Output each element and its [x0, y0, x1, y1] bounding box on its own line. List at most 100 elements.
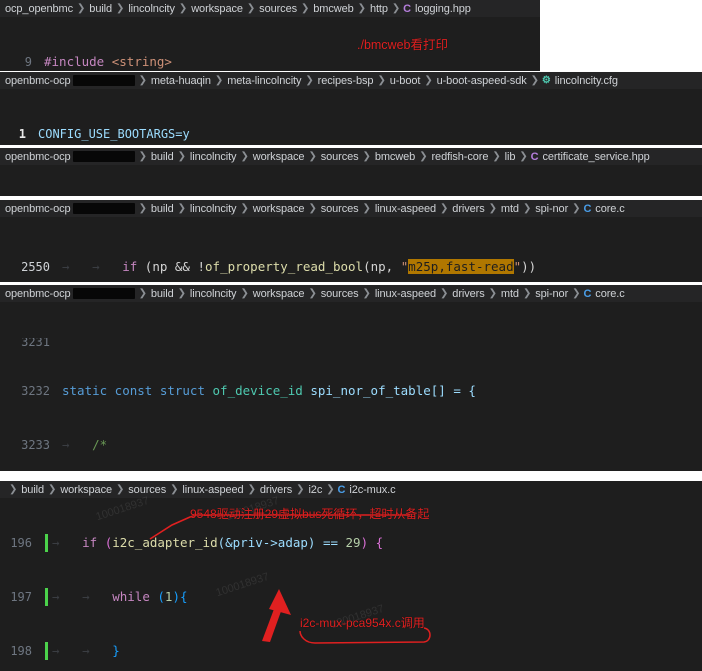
breadcrumb-segment[interactable]: lincolncity — [189, 288, 238, 300]
breadcrumb[interactable]: openbmc-ocp ❯ build ❯ lincolncity ❯ work… — [0, 148, 702, 165]
breadcrumb-root[interactable]: openbmc-ocp — [4, 151, 72, 163]
token-punct: ) { — [360, 535, 384, 550]
code-line[interactable]: 196 → if (i2c_adapter_id(&priv->adap) ==… — [0, 534, 702, 552]
breadcrumb-segment[interactable]: build — [150, 288, 175, 300]
breadcrumb-segment[interactable]: build — [88, 3, 113, 15]
breadcrumb-segment[interactable]: workspace — [252, 288, 306, 300]
breadcrumb-segment[interactable]: lib — [504, 151, 517, 163]
breadcrumb-segment[interactable]: lincolncity — [127, 3, 176, 15]
breadcrumb-segment[interactable]: sources — [320, 151, 360, 163]
code-line[interactable]: 3232 static const struct of_device_id sp… — [0, 382, 702, 400]
breadcrumb-segment[interactable]: build — [150, 203, 175, 215]
breadcrumb-separator-icon: ❯ — [240, 151, 249, 162]
breadcrumb-segment[interactable]: drivers — [259, 484, 293, 496]
breadcrumb[interactable]: openbmc-ocp ❯ build ❯ lincolncity ❯ work… — [0, 200, 702, 217]
code-area[interactable]: 3231 3232 static const struct of_device_… — [0, 302, 702, 471]
breadcrumb-root[interactable]: openbmc-ocp — [4, 288, 72, 300]
breadcrumb-segment[interactable]: mtd — [500, 288, 520, 300]
token-include-path: <string> — [104, 54, 172, 69]
editor-panel-i2c-mux: ❯ build ❯ workspace ❯ sources ❯ linux-as… — [0, 481, 702, 671]
breadcrumb-segment[interactable]: lincolncity — [189, 151, 238, 163]
breadcrumb-segment[interactable]: bmcweb — [374, 151, 416, 163]
breadcrumb[interactable]: ❯ build ❯ workspace ❯ sources ❯ linux-as… — [0, 481, 396, 498]
breadcrumb-segment[interactable]: workspace — [190, 3, 244, 15]
token-punct: )) — [521, 259, 537, 274]
code-line[interactable]: 197 → → while (1){ — [0, 588, 702, 606]
line-content[interactable]: → if (i2c_adapter_id(&priv->adap) == 29)… — [44, 534, 702, 552]
token-punct: ){ — [172, 589, 188, 604]
line-content[interactable]: #include <string> — [44, 53, 540, 71]
breadcrumb-segment[interactable]: drivers — [451, 288, 485, 300]
token-punct: ( — [97, 535, 113, 550]
code-area[interactable]: 2550 → → if (np && !of_property_read_boo… — [0, 217, 702, 282]
breadcrumb-segment[interactable]: build — [20, 484, 45, 496]
code-line[interactable]: 3233 → /* — [0, 436, 702, 454]
breadcrumb-segment[interactable]: u-boot-aspeed-sdk — [436, 75, 528, 87]
breadcrumb-file-name[interactable]: i2c-mux.c — [348, 484, 396, 496]
breadcrumb-segment[interactable]: ocp_openbmc — [4, 3, 74, 15]
breadcrumb-segment[interactable]: sources — [258, 3, 298, 15]
breadcrumb-separator-icon: ❯ — [138, 151, 147, 162]
breadcrumb-segment[interactable]: meta-huaqin — [150, 75, 212, 87]
breadcrumb-separator-icon: ❯ — [572, 288, 581, 299]
breadcrumb-file-name[interactable]: core.c — [594, 288, 625, 300]
breadcrumb-segment[interactable]: u-boot — [389, 75, 422, 87]
line-content[interactable]: → /* — [62, 436, 702, 454]
line-content[interactable]: static const struct of_device_id spi_nor… — [62, 382, 702, 400]
breadcrumb-file-name[interactable]: core.c — [594, 203, 625, 215]
code-area[interactable]: 1 CONFIG_USE_BOOTARGS=y 2 CONFIG_BOOTARG… — [0, 89, 702, 145]
breadcrumb[interactable]: openbmc-ocp ❯ meta-huaqin ❯ meta-lincoln… — [0, 72, 702, 89]
code-line[interactable]: 9 #include <string> — [0, 53, 540, 71]
breadcrumb-separator-icon: ❯ — [240, 203, 249, 214]
code-area[interactable]: 459 inline void handleReplaceCertificate… — [0, 165, 702, 198]
breadcrumb-segment[interactable]: recipes-bsp — [317, 75, 375, 87]
breadcrumb-segment[interactable]: linux-aspeed — [374, 203, 437, 215]
breadcrumb-segment[interactable]: spi-nor — [534, 288, 569, 300]
breadcrumb-separator-icon: ❯ — [301, 3, 310, 14]
line-content[interactable]: → → while (1){ — [44, 588, 702, 606]
breadcrumb-segment[interactable]: workspace — [252, 151, 306, 163]
breadcrumb-segment[interactable]: lincolncity — [189, 203, 238, 215]
breadcrumb-segment[interactable]: workspace — [252, 203, 306, 215]
c-file-icon: C — [337, 483, 346, 496]
breadcrumb[interactable]: openbmc-ocp ❯ build ❯ lincolncity ❯ work… — [0, 285, 702, 302]
breadcrumb-segment[interactable]: mtd — [500, 203, 520, 215]
breadcrumb-segment[interactable]: spi-nor — [534, 203, 569, 215]
breadcrumb-file-name[interactable]: certificate_service.hpp — [542, 151, 651, 163]
breadcrumb-separator-icon: ❯ — [488, 203, 497, 214]
breadcrumb-separator-icon: ❯ — [519, 151, 528, 162]
line-content[interactable]: → → } — [44, 642, 702, 660]
breadcrumb-segment[interactable]: build — [150, 151, 175, 163]
code-line[interactable]: 198 → → } — [0, 642, 702, 660]
breadcrumb-segment[interactable]: sources — [127, 484, 167, 496]
breadcrumb-segment[interactable]: workspace — [59, 484, 113, 496]
line-content[interactable]: → → if (np && !of_property_read_bool(np,… — [62, 258, 702, 276]
code-line[interactable]: 2550 → → if (np && !of_property_read_boo… — [0, 258, 702, 276]
breadcrumb-segment[interactable]: http — [369, 3, 389, 15]
breadcrumb[interactable]: ocp_openbmc ❯ build ❯ lincolncity ❯ work… — [0, 0, 540, 17]
token-comment: /* — [92, 437, 108, 452]
breadcrumb-segment[interactable]: drivers — [451, 203, 485, 215]
line-content[interactable]: CONFIG_USE_BOOTARGS=y — [38, 125, 702, 143]
breadcrumb-separator-icon: ❯ — [357, 3, 366, 14]
code-line[interactable]: 1 CONFIG_USE_BOOTARGS=y — [0, 125, 702, 143]
breadcrumb-segment[interactable]: sources — [320, 203, 360, 215]
code-line-partial[interactable]: 3231 — [0, 338, 702, 346]
breadcrumb-segment[interactable]: i2c — [307, 484, 323, 496]
breadcrumb-separator-icon: ❯ — [440, 288, 449, 299]
annotation-pca954x-call: i2c-mux-pca954x.c调用 — [300, 616, 425, 630]
breadcrumb-segment[interactable]: meta-lincolncity — [226, 75, 302, 87]
breadcrumb-segment[interactable]: redfish-core — [430, 151, 489, 163]
breadcrumb-segment[interactable]: bmcweb — [312, 3, 354, 15]
breadcrumb-segment[interactable]: linux-aspeed — [374, 288, 437, 300]
code-area[interactable]: 9 #include <string> 10 11 #define BMCWEB… — [0, 17, 540, 71]
breadcrumb-segment[interactable]: sources — [320, 288, 360, 300]
breadcrumb-file-name[interactable]: lincolncity.cfg — [554, 75, 619, 87]
breadcrumb-root[interactable]: openbmc-ocp — [4, 75, 72, 87]
code-area[interactable]: 196 → if (i2c_adapter_id(&priv->adap) ==… — [0, 498, 702, 671]
panel-divider — [0, 471, 702, 481]
breadcrumb-segment[interactable]: linux-aspeed — [181, 484, 244, 496]
line-number: 197 — [10, 590, 32, 604]
breadcrumb-file-name[interactable]: logging.hpp — [414, 3, 472, 15]
breadcrumb-root[interactable]: openbmc-ocp — [4, 203, 72, 215]
